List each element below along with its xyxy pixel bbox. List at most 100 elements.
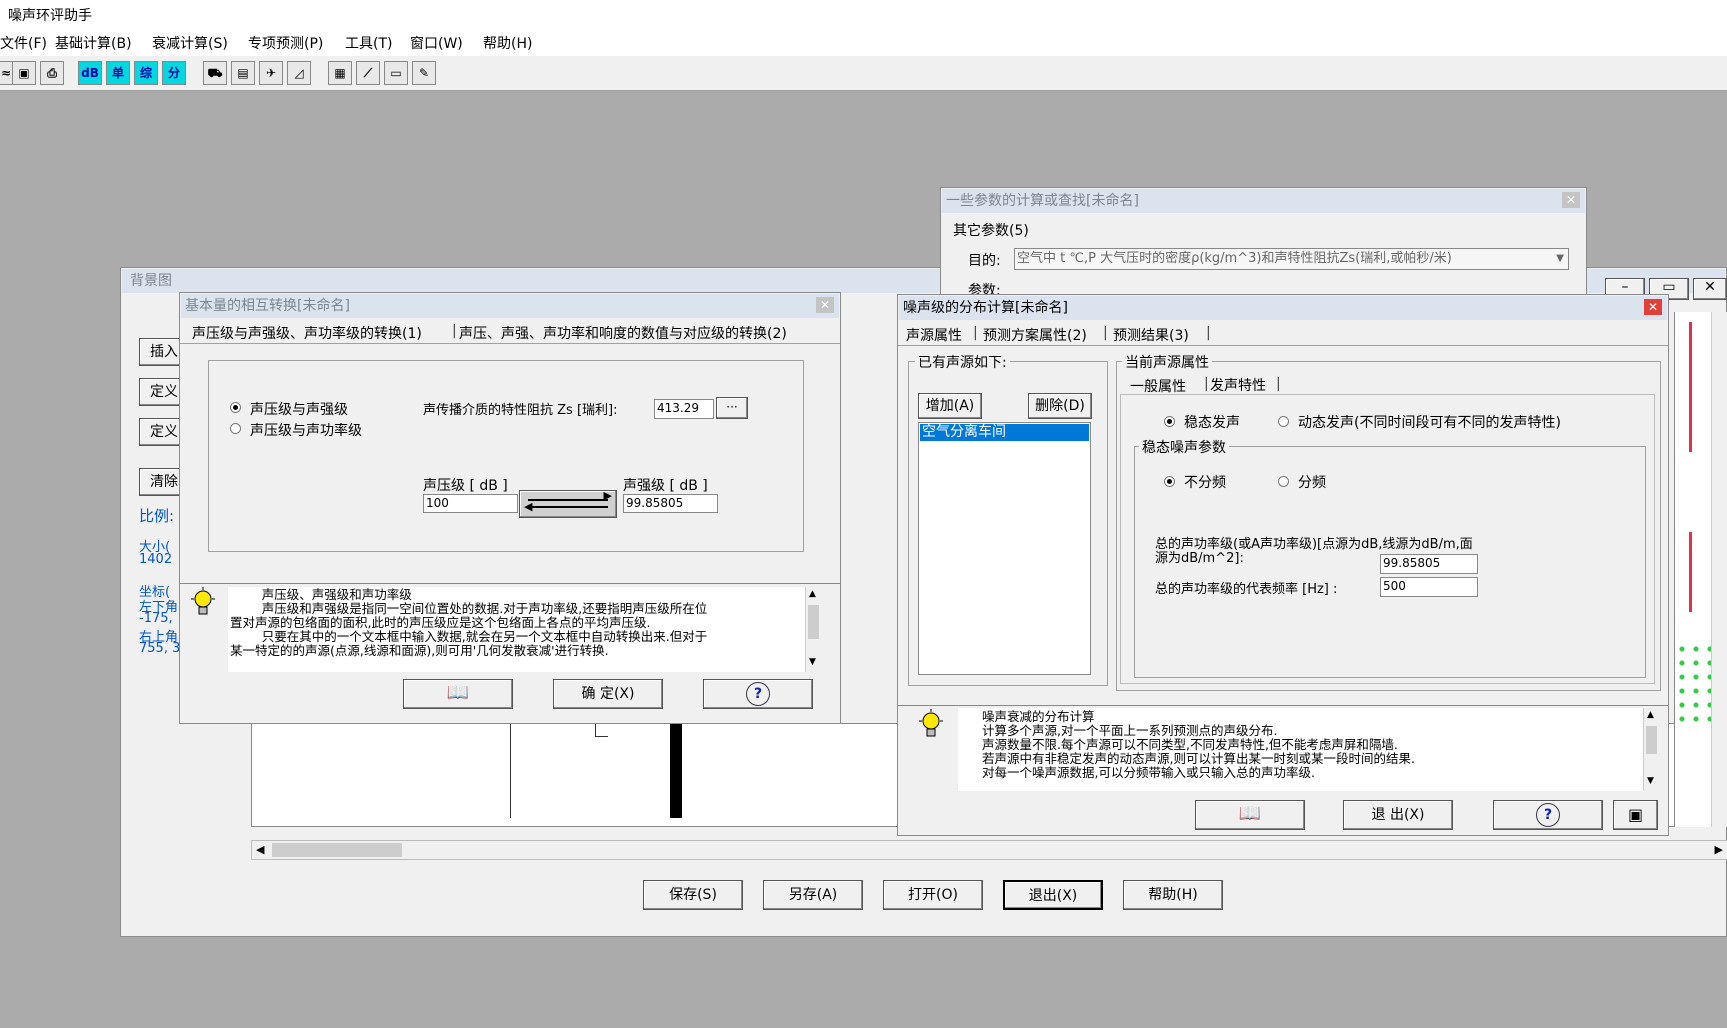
print-icon[interactable]: ⎙ bbox=[40, 61, 64, 85]
radio-spl-sil-label[interactable]: 声压级与声强级 bbox=[250, 399, 348, 419]
radio-steady-label[interactable]: 稳态发声 bbox=[1184, 412, 1240, 432]
menu-file[interactable]: 文件(F) bbox=[0, 33, 47, 53]
distribution-help-text: 噪声衰减的分布计算 计算多个声源,对一个平面上一系列预测点的声级分布. 声源数量… bbox=[982, 709, 1415, 780]
subtab-general[interactable]: 一般属性 bbox=[1130, 376, 1186, 396]
split-icon[interactable]: 分 bbox=[162, 61, 186, 85]
train-icon[interactable]: ▤ bbox=[231, 61, 255, 85]
manual-book-button[interactable]: 📖 bbox=[403, 679, 513, 709]
help-button[interactable]: 帮助(H) bbox=[1123, 880, 1223, 910]
help-scrollbar[interactable]: ▲ ▼ bbox=[805, 587, 822, 672]
params-window-caption: 一些参数的计算或查找[未命名] bbox=[942, 189, 1585, 213]
grid-icon[interactable]: ▦ bbox=[328, 61, 352, 85]
subtab-emission[interactable]: 发声特性 bbox=[1210, 375, 1266, 395]
help-question-icon: ? bbox=[746, 682, 770, 706]
convert-arrows-button[interactable]: ▶ ◀ bbox=[519, 489, 617, 518]
road-icon[interactable]: ⛟ bbox=[203, 61, 227, 85]
manual-book-button[interactable]: 📖 bbox=[1195, 800, 1305, 830]
help-question-button[interactable]: ? bbox=[1493, 800, 1603, 830]
radio-freq[interactable] bbox=[1278, 476, 1289, 487]
save-icon[interactable]: ▣ bbox=[12, 61, 36, 85]
chevron-down-icon[interactable]: ▼ bbox=[1556, 249, 1564, 269]
conversion-window-title: 基本量的相互转换[未命名] bbox=[185, 298, 350, 314]
menu-help[interactable]: 帮助(H) bbox=[483, 33, 532, 53]
sil-input[interactable]: 99.85805 bbox=[623, 494, 718, 513]
rep-freq-label: 总的声功率级的代表频率 [Hz] : bbox=[1155, 582, 1338, 597]
calculator-icon[interactable]: ▭ bbox=[384, 61, 408, 85]
distribution-close-icon[interactable]: ✕ bbox=[1644, 299, 1662, 315]
dist-help-scrollbar[interactable]: ▲ ▼ bbox=[1643, 708, 1660, 791]
list-item[interactable]: 空气分离车间 bbox=[920, 424, 1089, 441]
app-title-bar: 噪声环评助手 bbox=[0, 0, 1727, 28]
plane-icon[interactable]: ✈ bbox=[259, 61, 283, 85]
steady-params-label: 稳态噪声参数 bbox=[1139, 437, 1229, 457]
add-source-button[interactable]: 增加(A) bbox=[918, 393, 982, 419]
open-button[interactable]: 打开(O) bbox=[883, 880, 983, 910]
menu-special[interactable]: 专项预测(P) bbox=[248, 33, 323, 53]
tab-spl-sil[interactable]: 声压级与声强级、声功率级的转换(1) bbox=[192, 323, 422, 343]
scroll-down-icon[interactable]: ▼ bbox=[1647, 776, 1654, 786]
menu-window[interactable]: 窗口(W) bbox=[410, 33, 463, 53]
delete-source-button[interactable]: 删除(D) bbox=[1028, 393, 1092, 419]
conversion-close-icon[interactable]: ✕ bbox=[816, 297, 834, 313]
tab-scheme-props[interactable]: 预测方案属性(2) bbox=[983, 325, 1087, 345]
scroll-down-icon[interactable]: ▼ bbox=[809, 657, 816, 667]
save-as-button[interactable]: 另存(A) bbox=[763, 880, 863, 910]
menu-basic-calc[interactable]: 基础计算(B) bbox=[55, 33, 132, 53]
radio-freq-label[interactable]: 分频 bbox=[1298, 472, 1326, 492]
tab-numeric-conversion[interactable]: 声压、声强、声功率和响度的数值与对应级的转换(2) bbox=[459, 323, 787, 343]
toolbar: ≈ ▣ ⎙ dB 单 综 分 ⛟ ▤ ✈ ◿ ▦ ⟋ ▭ ✎ bbox=[0, 56, 1727, 91]
red-marker bbox=[1689, 322, 1692, 452]
scroll-thumb[interactable] bbox=[272, 843, 402, 857]
scroll-right-icon[interactable]: ▶ bbox=[1715, 843, 1723, 856]
db-icon[interactable]: dB bbox=[78, 61, 102, 85]
map-vertical-scrollbar[interactable] bbox=[1711, 312, 1727, 827]
exit-button[interactable]: 退出(X) bbox=[1003, 880, 1103, 910]
scroll-left-icon[interactable]: ◀ bbox=[256, 843, 264, 856]
radio-no-freq[interactable] bbox=[1164, 476, 1175, 487]
bg-close-button[interactable]: ✕ bbox=[1693, 278, 1727, 300]
total-power-input[interactable]: 99.85805 bbox=[1380, 554, 1478, 574]
menu-tools[interactable]: 工具(T) bbox=[345, 33, 392, 53]
save-icon[interactable]: ▣ bbox=[1613, 800, 1658, 830]
params-tab[interactable]: 其它参数(5) bbox=[953, 220, 1029, 240]
help-question-button[interactable]: ? bbox=[703, 679, 813, 709]
single-icon[interactable]: 单 bbox=[106, 61, 130, 85]
radio-spl-swl[interactable] bbox=[230, 423, 241, 434]
rep-freq-input[interactable]: 500 bbox=[1380, 577, 1478, 597]
sil-label: 声强级 [ dB ] bbox=[623, 478, 708, 494]
notes-icon[interactable]: ✎ bbox=[412, 61, 436, 85]
chart-icon[interactable]: ◿ bbox=[287, 61, 311, 85]
distribution-help-box: 噪声衰减的分布计算 计算多个声源,对一个平面上一系列预测点的声级分布. 声源数量… bbox=[958, 708, 1644, 791]
purpose-label: 目的: bbox=[968, 253, 1001, 269]
exit-dist-button[interactable]: 退 出(X) bbox=[1343, 800, 1453, 830]
tab-results[interactable]: 预测结果(3) bbox=[1113, 325, 1189, 345]
impedance-browse-button[interactable]: ··· bbox=[716, 397, 748, 419]
current-source-label: 当前声源属性 bbox=[1122, 352, 1212, 372]
spl-input[interactable]: 100 bbox=[423, 494, 518, 513]
tab-source-props[interactable]: 声源属性 bbox=[906, 325, 962, 345]
scroll-up-icon[interactable]: ▲ bbox=[1647, 710, 1654, 720]
upper-right-value: 755, 3 bbox=[139, 641, 181, 656]
plot-icon[interactable]: ⟋ bbox=[356, 61, 380, 85]
radio-dynamic[interactable] bbox=[1278, 416, 1289, 427]
impedance-input[interactable]: 413.29 bbox=[654, 399, 714, 419]
radio-spl-swl-label[interactable]: 声压级与声功率级 bbox=[250, 420, 362, 440]
params-close-icon[interactable]: ✕ bbox=[1562, 192, 1580, 208]
lightbulb-icon bbox=[919, 709, 943, 737]
radio-spl-sil[interactable] bbox=[230, 402, 241, 413]
scroll-up-icon[interactable]: ▲ bbox=[809, 589, 816, 599]
bg-window-title: 背景图 bbox=[130, 273, 172, 289]
map-horizontal-scrollbar[interactable]: ◀ ▶ bbox=[251, 840, 1727, 860]
ok-button[interactable]: 确 定(X) bbox=[553, 679, 663, 709]
radio-no-freq-label[interactable]: 不分频 bbox=[1184, 472, 1226, 492]
menu-attenuation[interactable]: 衰减计算(S) bbox=[152, 33, 228, 53]
conversion-help-text: 声压级、声强级和声功率级 声压级和声强级是指同一空间位置处的数据.对于声功率级,… bbox=[230, 587, 708, 658]
purpose-select[interactable]: 空气中 t ℃,P 大气压时的密度ρ(kg/m^3)和声特性阻抗Zs(瑞利,或帕… bbox=[1014, 248, 1569, 270]
lower-left-value: -175, bbox=[139, 611, 173, 626]
radio-steady[interactable] bbox=[1164, 416, 1175, 427]
combined-icon[interactable]: 综 bbox=[134, 61, 158, 85]
save-button[interactable]: 保存(S) bbox=[643, 880, 743, 910]
size-value: 1402 bbox=[139, 552, 173, 567]
sources-list[interactable]: 空气分离车间 bbox=[918, 422, 1091, 675]
radio-dynamic-label[interactable]: 动态发声(不同时间段可有不同的发声特性) bbox=[1298, 412, 1561, 432]
